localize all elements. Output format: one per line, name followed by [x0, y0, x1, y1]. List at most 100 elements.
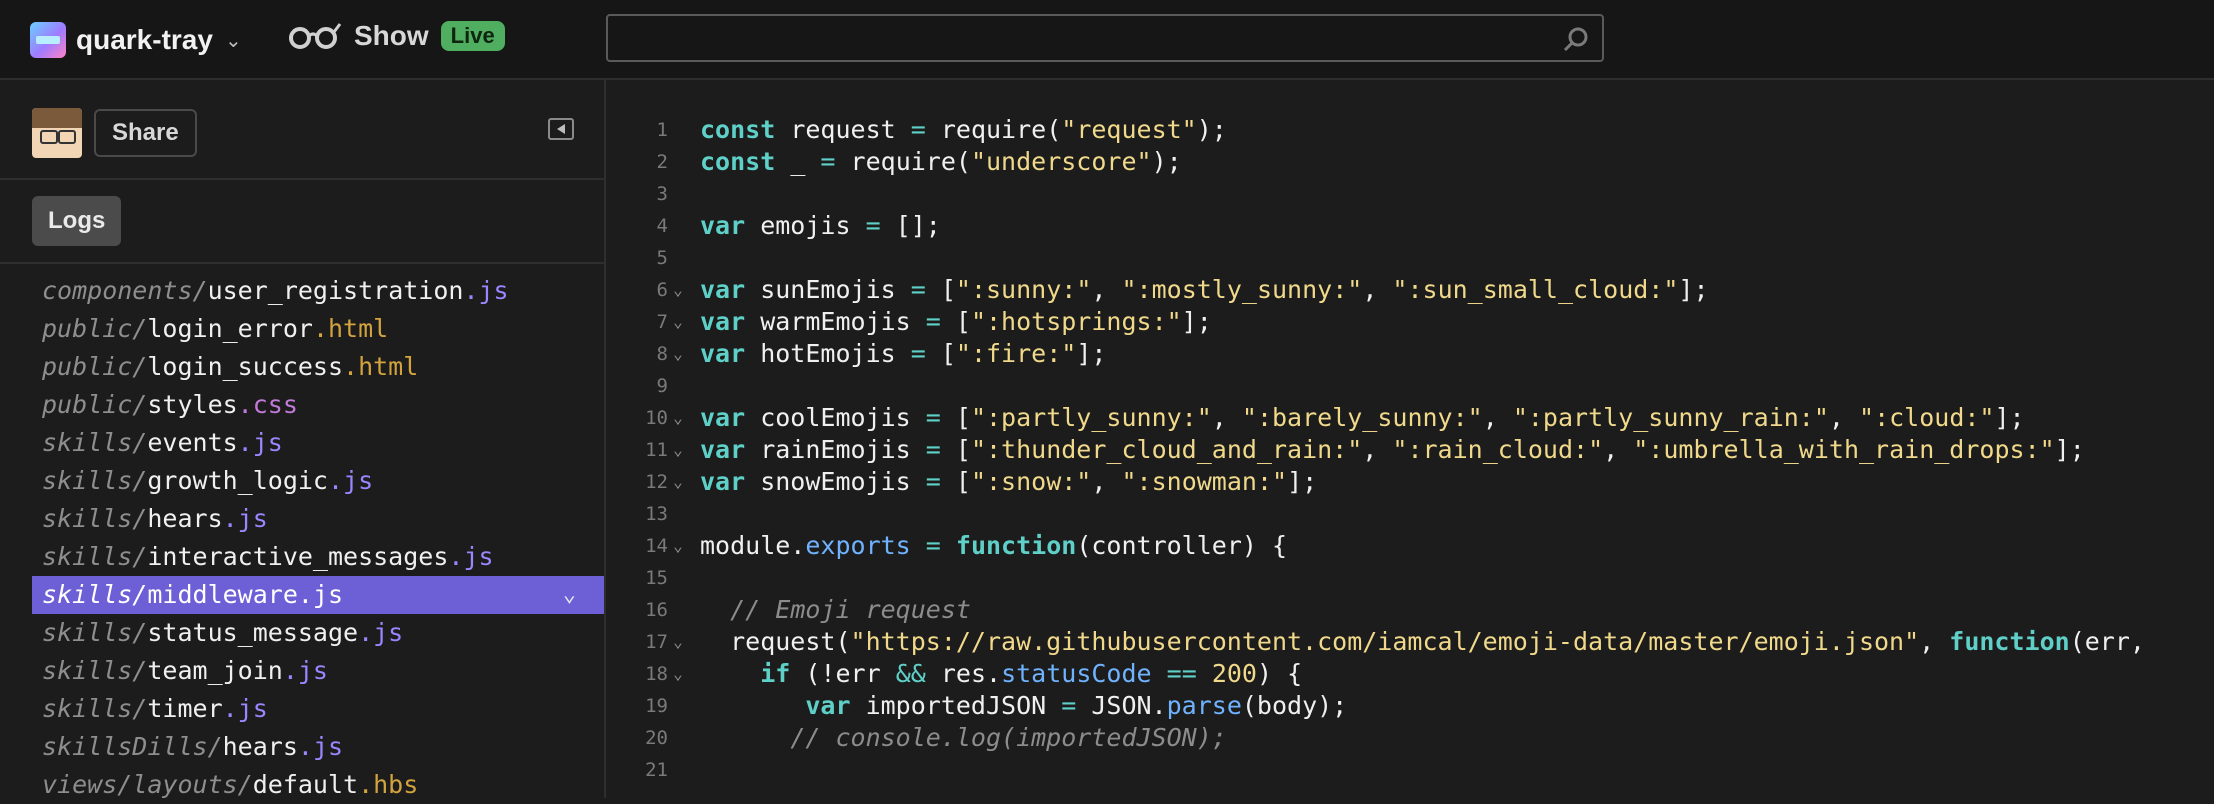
code-token: = [910, 115, 926, 144]
code-token: var [700, 435, 746, 464]
code-token: var [700, 339, 746, 368]
fold-gutter [668, 690, 688, 722]
file-item[interactable]: skills/timer.js [32, 690, 604, 728]
file-basename: interactive_messages [147, 542, 449, 571]
code-token: function [1949, 627, 2070, 656]
file-item[interactable]: skills/status_message.js [32, 614, 604, 652]
code-line: 4 var emojis = []; [606, 210, 2145, 242]
collapse-sidebar-icon[interactable] [548, 118, 574, 140]
file-item[interactable]: skills/team_join.js [32, 652, 604, 690]
code-token: ]; [2054, 435, 2085, 464]
fold-gutter [668, 594, 688, 626]
divider [0, 262, 604, 264]
line-number: 6 [656, 279, 668, 301]
fold-gutter [668, 722, 688, 754]
code-line: 10 ⌄ var coolEmojis = [":partly_sunny:", "… [606, 402, 2145, 434]
code-line: 18 ⌄ if (!err && res.statusCode == 200) { [606, 658, 2145, 690]
line-number: 9 [656, 375, 668, 397]
code-token: [ [940, 467, 971, 496]
file-item[interactable]: public/login_error.html [32, 310, 604, 348]
file-dir: skills/ [42, 580, 148, 609]
file-basename: login_success [147, 352, 344, 381]
code-line: 21 [606, 754, 2145, 786]
line-number: 15 [645, 567, 668, 589]
file-item[interactable]: views/layouts/default.hbs [32, 766, 604, 804]
code-token: = [1061, 691, 1077, 720]
code-token: importedJSON [850, 691, 1062, 720]
fold-chevron-icon[interactable]: ⌄ [668, 658, 688, 690]
code-line: 8 ⌄ var hotEmojis = [":fire:"]; [606, 338, 2145, 370]
code-token: coolEmojis [745, 403, 926, 432]
project-switcher[interactable]: quark-tray ⌄ [30, 22, 242, 58]
file-item[interactable]: skills/events.js [32, 424, 604, 462]
file-extension: .css [237, 390, 298, 419]
file-item[interactable]: skills/middleware.js ⌄ [32, 576, 604, 614]
code-text: var snowEmojis = [":snow:", ":snowman:"]… [688, 466, 1317, 498]
line-number: 21 [645, 759, 668, 781]
file-item[interactable]: skills/growth_logic.js [32, 462, 604, 500]
avatar[interactable] [32, 108, 82, 158]
file-item[interactable]: public/login_success.html [32, 348, 604, 386]
code-token: && [895, 659, 926, 688]
file-basename: hears [147, 504, 223, 533]
code-token: ":thunder_cloud_and_rain:" [970, 435, 1363, 464]
search-box[interactable] [606, 14, 1604, 62]
line-number: 18 [645, 663, 668, 685]
fold-chevron-icon[interactable]: ⌄ [668, 338, 688, 370]
chevron-down-icon[interactable]: ⌄ [563, 576, 576, 614]
file-dir: public/ [42, 314, 148, 343]
file-item[interactable]: components/user_registration.js [32, 272, 604, 310]
file-basename: user_registration [207, 276, 464, 305]
code-line: 7 ⌄ var warmEmojis = [":hotsprings:"]; [606, 306, 2145, 338]
code-token: , [1091, 467, 1122, 496]
file-item[interactable]: public/styles.css [32, 386, 604, 424]
file-extension: .js [222, 694, 268, 723]
fold-chevron-icon[interactable]: ⌄ [668, 466, 688, 498]
code-token: var [700, 211, 746, 240]
search-icon[interactable] [1562, 26, 1590, 54]
code-token: , [1482, 403, 1513, 432]
code-token: "https://raw.githubusercontent.com/iamca… [850, 627, 1920, 656]
code-line: 2 const _ = require("underscore"); [606, 146, 2145, 178]
user-row: Share [32, 108, 197, 158]
code-token: ":snow:" [970, 467, 1092, 496]
code-editor[interactable]: 1 const request = require("request"); 2 con… [606, 80, 2214, 798]
line-number: 5 [656, 247, 668, 269]
code-token: , [1362, 275, 1393, 304]
file-item[interactable]: skills/hears.js [32, 500, 604, 538]
share-button[interactable]: Share [94, 109, 197, 157]
code-line: 5 [606, 242, 2145, 274]
file-dir: views/layouts/ [42, 770, 253, 799]
file-dir: skills/ [42, 428, 148, 457]
file-item[interactable]: skills/interactive_messages.js [32, 538, 604, 576]
file-extension: .js [297, 580, 344, 609]
top-bar: quark-tray ⌄ Show Live [0, 0, 2214, 80]
code-text: request("https://raw.githubusercontent.c… [688, 626, 2145, 658]
code-line: 16 // Emoji request [606, 594, 2145, 626]
show-button[interactable]: Show Live [286, 20, 505, 52]
fold-chevron-icon[interactable]: ⌄ [668, 434, 688, 466]
fold-chevron-icon[interactable]: ⌄ [668, 402, 688, 434]
file-extension: .html [343, 352, 419, 381]
search-input[interactable] [616, 22, 1540, 56]
code-text: // Emoji request [688, 594, 971, 626]
code-token: [ [940, 307, 971, 336]
logs-button[interactable]: Logs [32, 196, 122, 246]
fold-chevron-icon[interactable]: ⌄ [668, 626, 688, 658]
code-token: (body); [1241, 691, 1348, 720]
line-number: 14 [645, 535, 668, 557]
fold-chevron-icon[interactable]: ⌄ [668, 306, 688, 338]
code-token: ); [1196, 115, 1227, 144]
file-basename: middleware [147, 580, 298, 609]
file-item[interactable]: skillsDills/hears.js [32, 728, 604, 766]
code-token: JSON. [1076, 691, 1167, 720]
fold-chevron-icon[interactable]: ⌄ [668, 274, 688, 306]
file-extension: .js [358, 618, 404, 647]
code-token: require( [925, 115, 1062, 144]
fold-chevron-icon[interactable]: ⌄ [668, 530, 688, 562]
code-token: statusCode [1001, 659, 1152, 688]
code-token: = [925, 467, 941, 496]
